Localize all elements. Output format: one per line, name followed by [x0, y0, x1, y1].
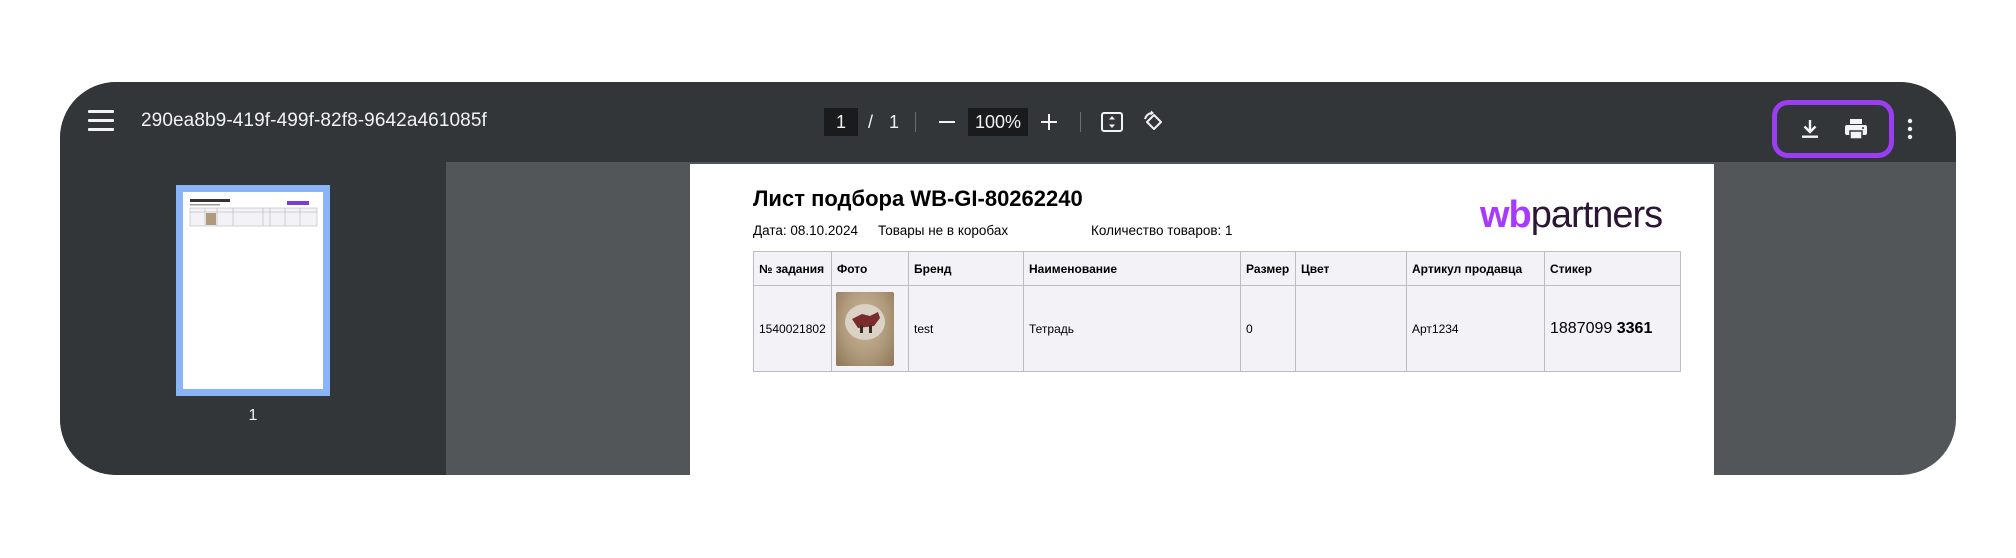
thumbnail-preview	[183, 192, 323, 389]
page-heading: Лист подбора WB-GI-80262240	[753, 186, 1083, 211]
menu-icon[interactable]	[88, 110, 114, 134]
document-title: 290ea8b9-419f-499f-82f8-9642a461085f	[141, 110, 487, 131]
page-total: 1	[889, 111, 900, 132]
wbpartners-logo: wbpartners	[1480, 194, 1663, 236]
column-header: Фото	[831, 251, 909, 286]
zoom-input[interactable]	[968, 108, 1029, 136]
file-actions	[1772, 100, 1922, 158]
product-photo	[836, 291, 894, 366]
thumbnail-page-number: 1	[248, 407, 258, 424]
column-header: Стикер	[1544, 251, 1681, 286]
toolbar-divider	[915, 112, 917, 132]
column-header: Артикул продавца	[1406, 251, 1545, 286]
color-cell	[1295, 285, 1407, 372]
page-number-input[interactable]	[824, 108, 858, 136]
document-boxes-note: Товары не в коробах	[878, 223, 1009, 238]
download-icon[interactable]	[1795, 114, 1825, 144]
document-date: Дата: 08.10.2024	[753, 223, 858, 238]
brand-cell: test	[908, 285, 1024, 372]
column-header: Бренд	[908, 251, 1024, 286]
table-row: 1540021802 test Тетрадь 0 Арт1234 188709…	[753, 285, 1681, 372]
rotate-icon[interactable]	[1139, 107, 1169, 137]
size-cell: 0	[1240, 285, 1296, 372]
sticker-part1: 1887099	[1550, 319, 1613, 337]
toolbar-divider	[1080, 112, 1082, 132]
sticker-part2: 3361	[1616, 319, 1653, 337]
page-thumbnail[interactable]	[176, 185, 330, 396]
fit-page-icon[interactable]	[1097, 107, 1127, 137]
sticker-cell: 1887099 3361	[1544, 285, 1681, 372]
pdf-page: Лист подбора WB-GI-80262240 Дата: 08.10.…	[690, 164, 1714, 475]
column-header: Цвет	[1295, 251, 1407, 286]
pdf-viewer: 290ea8b9-419f-499f-82f8-9642a461085f / 1	[60, 82, 1956, 475]
page-zoom-controls: / 1	[824, 104, 1169, 140]
name-cell: Тетрадь	[1023, 285, 1241, 372]
photo-cell	[831, 285, 909, 372]
document-quantity: Количество товаров: 1	[1091, 223, 1233, 238]
pdf-toolbar: 290ea8b9-419f-499f-82f8-9642a461085f / 1	[60, 82, 1956, 162]
column-header: № задания	[753, 251, 832, 286]
highlighted-actions	[1772, 100, 1894, 158]
zoom-in-icon[interactable]	[1034, 107, 1064, 137]
thumbnail-sidebar: 1	[60, 162, 446, 475]
page-separator: /	[868, 111, 874, 132]
column-header: Размер	[1240, 251, 1296, 286]
pick-list-table: № задания Фото Бренд Наименование Размер…	[753, 251, 1681, 372]
seller-sku-cell: Арт1234	[1406, 285, 1545, 372]
table-header-row: № задания Фото Бренд Наименование Размер…	[753, 251, 1681, 286]
zoom-out-icon[interactable]	[932, 107, 962, 137]
more-vert-icon[interactable]	[1898, 111, 1922, 147]
print-icon[interactable]	[1841, 114, 1871, 144]
column-header: Наименование	[1023, 251, 1241, 286]
task-number-cell: 1540021802	[753, 285, 832, 372]
